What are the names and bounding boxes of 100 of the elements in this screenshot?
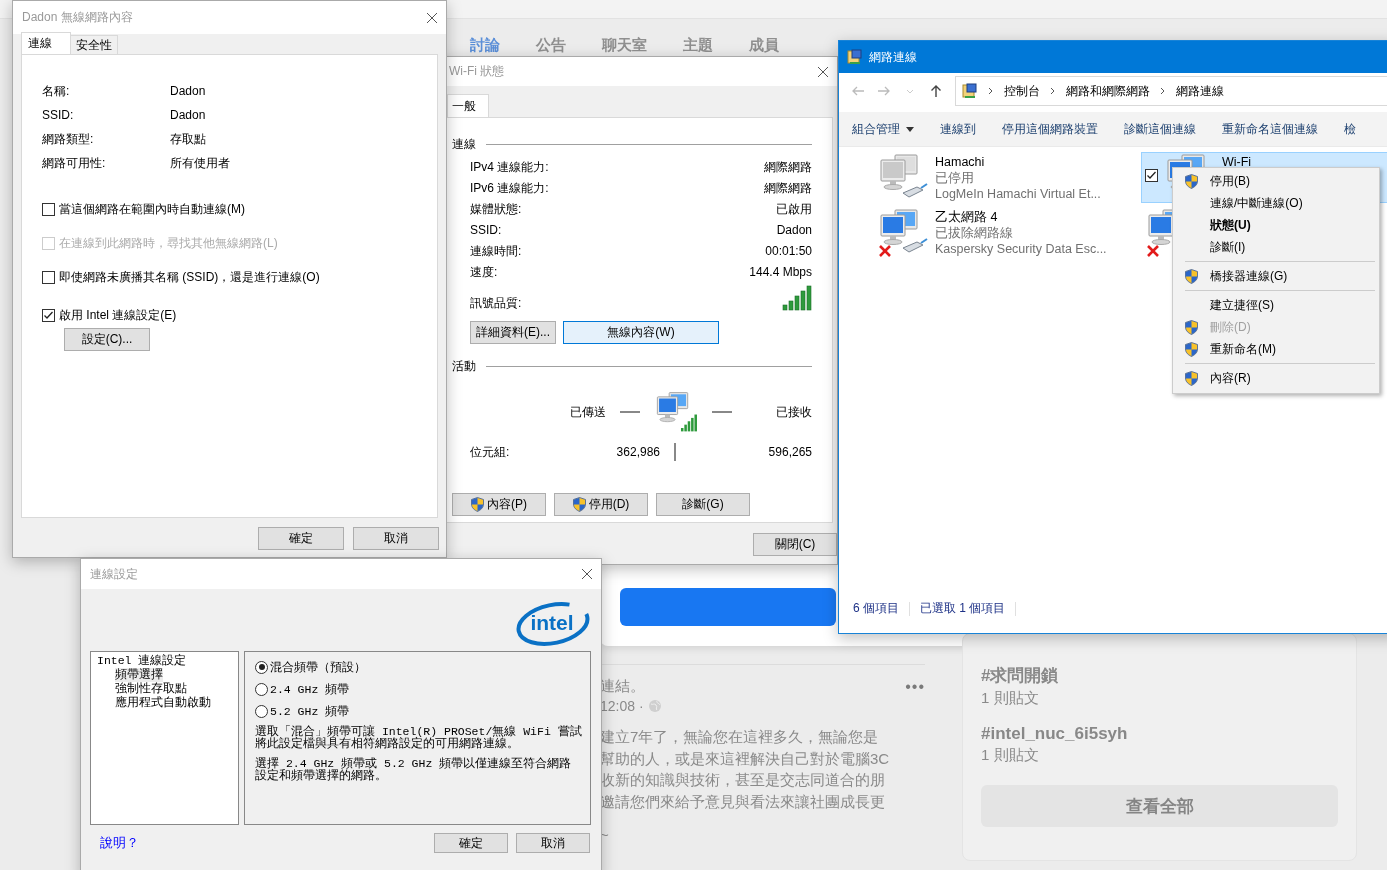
- checkbox-label: 即使網路未廣播其名稱 (SSID)，還是進行連線(O): [59, 269, 320, 285]
- tree-item[interactable]: 頻帶選擇: [115, 668, 163, 682]
- field-label: 網路類型:: [42, 131, 95, 147]
- more-options-button[interactable]: •••: [905, 677, 925, 696]
- shield-icon: [1185, 341, 1198, 357]
- field-value: 144.4 Mbps: [749, 264, 812, 280]
- bytes-received: 596,265: [767, 445, 812, 459]
- checkbox[interactable]: [42, 308, 55, 322]
- breadcrumb-link[interactable]: 網路和網際網路: [1066, 82, 1150, 100]
- sent-label: 已傳送: [570, 403, 606, 421]
- checkbox[interactable]: [42, 202, 55, 216]
- toolbar-button[interactable]: 重新命名這個連線: [1209, 114, 1331, 144]
- bytes-label: 位元組:: [470, 443, 511, 461]
- field-value: Dadon: [170, 83, 207, 99]
- menu-item[interactable]: 內容(R): [1175, 367, 1377, 389]
- field-value: 已啟用: [776, 201, 812, 217]
- toolbar-button[interactable]: 停用這個網路裝置: [989, 114, 1111, 144]
- connection-name: Wi-Fi: [1222, 154, 1252, 170]
- field-label: IPv4 連線能力:: [470, 159, 549, 175]
- field-label: 網路可用性:: [42, 155, 107, 171]
- checkbox[interactable]: [42, 270, 55, 284]
- post-count: 1 則貼文: [981, 746, 1040, 765]
- post-count: 1 則貼文: [981, 689, 1040, 708]
- menu-item[interactable]: 建立捷徑(S): [1175, 294, 1377, 316]
- device-name: LogMeIn Hamachi Virtual Et...: [935, 186, 1101, 202]
- menu-item[interactable]: 重新命名(M): [1175, 338, 1377, 360]
- close-button[interactable]: 關閉(C): [753, 533, 837, 556]
- help-link[interactable]: 說明？: [100, 834, 426, 852]
- chevron-icon: [1160, 87, 1166, 95]
- connection-name: 乙太網路 4: [935, 209, 999, 225]
- dialog-button[interactable]: 停用(D): [554, 493, 648, 516]
- radio-label: 混合頻帶（預設）: [270, 659, 366, 675]
- field-value: 所有使用者: [170, 155, 231, 171]
- dialog-button[interactable]: 診斷(G): [656, 493, 750, 516]
- dialog-button[interactable]: 確定: [434, 833, 508, 853]
- window-title: 網路連線: [869, 48, 917, 66]
- breadcrumb-link[interactable]: 網路連線: [1176, 82, 1224, 100]
- signal-strength-icon: [782, 285, 812, 311]
- close-icon[interactable]: [426, 11, 438, 24]
- chevron-icon: [988, 87, 994, 95]
- intel-logo: intel: [515, 599, 591, 649]
- tab[interactable]: 連線: [21, 32, 71, 54]
- menu-item[interactable]: 橋接器連線(G): [1175, 265, 1377, 287]
- radio-label: 5.2 GHz 頻帶: [270, 703, 350, 719]
- tree-item[interactable]: 應用程式自動啟動: [115, 696, 211, 710]
- control-panel-icon: [962, 83, 978, 99]
- dialog-button[interactable]: 無線內容(W): [563, 321, 719, 344]
- caret-icon: [906, 126, 914, 132]
- menu-item[interactable]: 診斷(I): [1175, 236, 1377, 258]
- breadcrumb-link[interactable]: 控制台: [1004, 82, 1040, 100]
- toolbar-button[interactable]: 檢: [1331, 114, 1369, 144]
- globe-icon: [647, 699, 662, 713]
- settings-button[interactable]: 設定(C)...: [64, 328, 150, 351]
- radio-button[interactable]: [255, 682, 268, 696]
- toolbar-button[interactable]: 連線到: [927, 114, 989, 144]
- tab[interactable]: 一般: [447, 94, 489, 117]
- tab[interactable]: 安全性: [70, 35, 118, 54]
- toolbar-button[interactable]: 診斷這個連線: [1111, 114, 1209, 144]
- checkbox[interactable]: [1145, 169, 1158, 182]
- menu-item[interactable]: 停用(B): [1175, 170, 1377, 192]
- dialog-button[interactable]: 內容(P): [452, 493, 546, 516]
- address-bar[interactable]: 控制台 網路和網際網路 網路連線: [955, 76, 1387, 106]
- field-value: Dadon: [170, 107, 207, 123]
- control-panel-icon: [847, 49, 863, 65]
- close-icon[interactable]: [817, 65, 829, 78]
- shield-icon: [572, 497, 586, 512]
- shield-icon: [1185, 319, 1198, 335]
- radio-button[interactable]: [255, 660, 268, 674]
- field-label: SSID:: [42, 107, 75, 123]
- window-title: Dadon 無線網路內容: [22, 9, 133, 26]
- field-label: IPv6 連線能力:: [470, 180, 549, 196]
- dialog-button[interactable]: 詳細資料(E)...: [470, 321, 556, 344]
- tree-item[interactable]: Intel 連線設定: [97, 654, 187, 667]
- dialog-button[interactable]: 確定: [258, 527, 344, 550]
- checkbox-label: 在連線到此網路時，尋找其他無線網路(L): [59, 235, 278, 251]
- field-label: SSID:: [470, 222, 502, 238]
- toolbar-button[interactable]: 組合管理: [839, 114, 927, 144]
- received-label: 已接收: [776, 403, 812, 421]
- window-title: Wi-Fi 狀態: [449, 63, 505, 80]
- checkbox-label: 啟用 Intel 連線設定(E): [59, 307, 177, 323]
- up-arrow-icon[interactable]: [929, 84, 943, 98]
- field-label: 名稱:: [42, 83, 71, 99]
- field-label: 媒體狀態:: [470, 201, 522, 217]
- chevron-icon: [1050, 87, 1056, 95]
- tree-item[interactable]: 強制性存取點: [115, 682, 187, 696]
- shield-icon: [1185, 370, 1198, 386]
- window-title: 連線設定: [90, 565, 138, 583]
- menu-item[interactable]: 狀態(U): [1175, 214, 1377, 236]
- shield-icon: [1185, 268, 1198, 284]
- description-text: 選取「混合」頻帶可讓 Intel(R) PROSet/無線 WiFi 嘗試將此設定檔與具有相符網路設定的可用網路連線。: [255, 726, 582, 750]
- dialog-button[interactable]: 取消: [516, 833, 590, 853]
- shield-icon: [1185, 173, 1198, 189]
- connection-name: Hamachi: [935, 154, 986, 170]
- field-value: 網際網路: [764, 159, 812, 175]
- menu-item[interactable]: 連線/中斷連線(O): [1175, 192, 1377, 214]
- dialog-button[interactable]: 取消: [353, 527, 439, 550]
- connection-item[interactable]: 乙太網路 4 已拔除網路線 Kaspersky Security Data Esc...: [873, 207, 1105, 258]
- close-icon[interactable]: [581, 568, 593, 580]
- radio-button[interactable]: [255, 704, 268, 718]
- field-label: 速度:: [470, 264, 498, 280]
